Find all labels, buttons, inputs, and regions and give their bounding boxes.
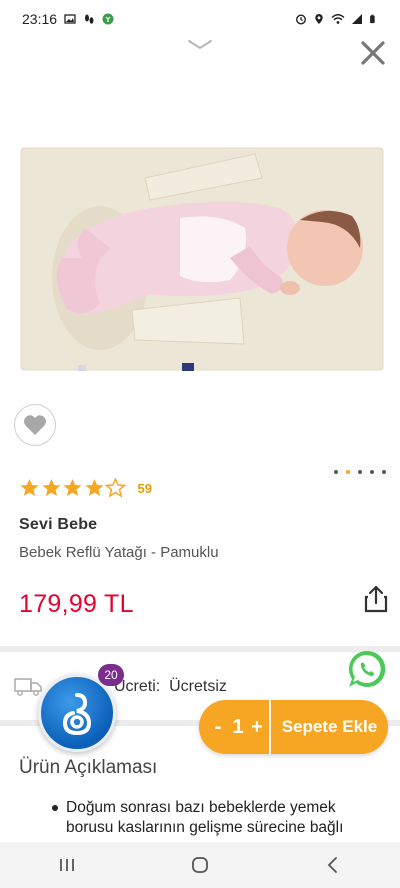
home-button[interactable] <box>180 850 220 880</box>
carousel-dot[interactable] <box>358 470 362 474</box>
brand-logo-button[interactable] <box>38 674 116 752</box>
quantity-decrease-button[interactable]: - <box>205 716 231 739</box>
shipping-row <box>14 676 42 696</box>
description-title: Ürün Açıklaması <box>19 757 158 778</box>
description-text: Doğum sonrası bazı bebeklerde yemek boru… <box>66 799 344 836</box>
share-icon[interactable] <box>362 584 390 614</box>
status-bar: 23:16 <box>0 0 400 38</box>
back-button[interactable] <box>313 850 353 880</box>
chevron-down-icon[interactable] <box>187 38 213 52</box>
product-image[interactable] <box>0 108 400 408</box>
rating-count[interactable]: 59 <box>138 481 152 496</box>
brand-logo-icon <box>62 693 92 736</box>
alarm-icon <box>295 14 307 25</box>
location-icon <box>315 14 323 24</box>
notification-badge: 20 <box>98 664 124 686</box>
signal-icon <box>352 14 362 24</box>
star-filled-icon <box>20 479 39 496</box>
star-empty-icon <box>105 478 126 498</box>
close-icon[interactable] <box>356 36 390 70</box>
star-filled-icon <box>63 479 82 496</box>
status-time: 23:16 <box>22 11 58 27</box>
gallery-icon <box>64 14 76 24</box>
favorite-button[interactable] <box>14 404 56 446</box>
carousel-indicator <box>334 470 386 474</box>
carousel-dot-active[interactable] <box>346 470 350 474</box>
add-to-cart-button[interactable]: Sepete Ekle <box>271 717 388 737</box>
home-icon <box>192 857 208 873</box>
heart-icon <box>24 415 46 435</box>
truck-icon <box>14 678 42 696</box>
carousel-dot[interactable] <box>382 470 386 474</box>
carousel-dot[interactable] <box>370 470 374 474</box>
steps-icon <box>85 14 94 24</box>
wifi-icon <box>331 14 345 24</box>
product-name: Bebek Reflü Yatağı - Pamuklu <box>19 544 219 561</box>
rating[interactable]: 59 <box>19 478 152 498</box>
recent-apps-button[interactable] <box>47 850 87 880</box>
battery-icon <box>370 14 375 24</box>
whatsapp-icon[interactable] <box>347 649 387 689</box>
add-to-cart-bar: - 1 + Sepete Ekle <box>199 700 388 754</box>
status-left: 23:16 <box>22 11 114 27</box>
back-icon <box>328 857 338 873</box>
carousel-dot[interactable] <box>334 470 338 474</box>
star-filled-icon <box>85 479 103 496</box>
bullet-icon <box>52 805 58 811</box>
quantity-increase-button[interactable]: + <box>245 716 269 739</box>
cart-separator <box>269 700 271 754</box>
product-brand[interactable]: Sevi Bebe <box>19 516 97 534</box>
shipping-value: Ücretsiz <box>169 678 227 695</box>
product-price: 179,99 TL <box>19 590 134 618</box>
star-filled-icon <box>42 479 60 496</box>
quantity-value: 1 <box>232 715 244 738</box>
plant-icon <box>102 13 114 25</box>
divider <box>0 646 400 652</box>
recent-apps-icon <box>59 859 74 871</box>
status-right <box>295 13 378 25</box>
shipping-info: Ücreti: Ücretsiz <box>114 678 227 696</box>
navigation-bar <box>0 842 400 888</box>
